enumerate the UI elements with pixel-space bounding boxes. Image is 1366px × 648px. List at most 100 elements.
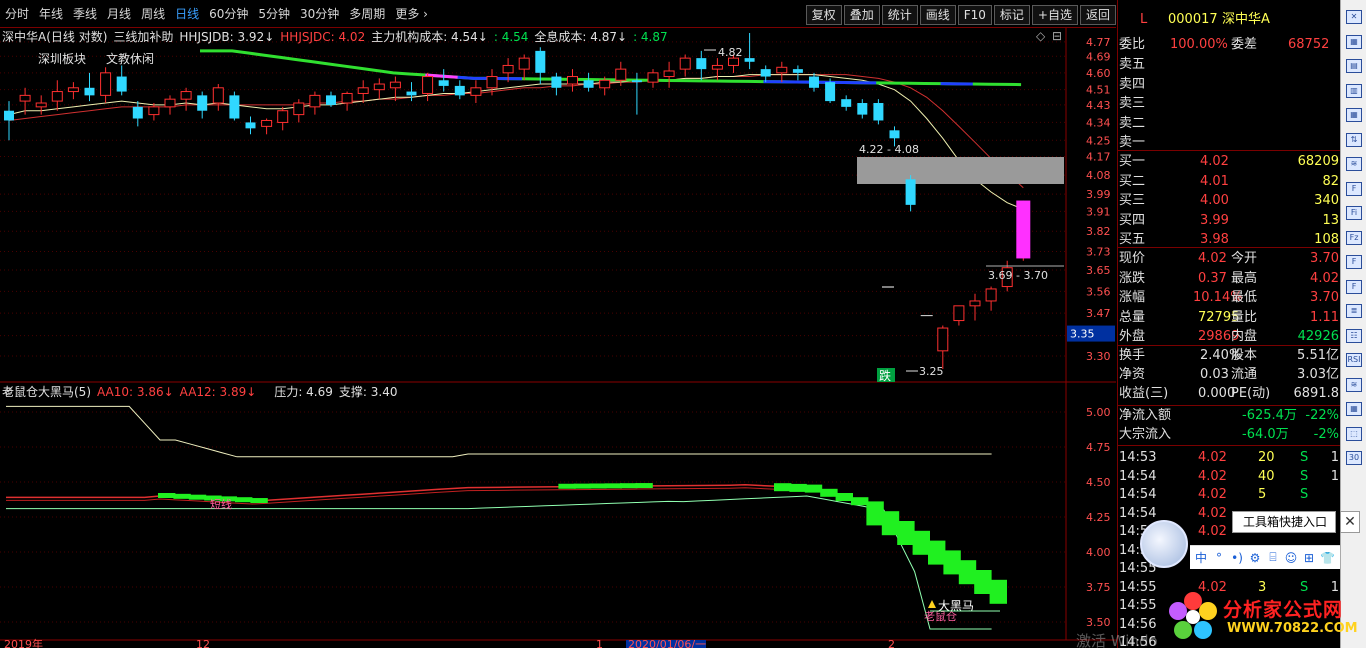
buy-level-label: 买三 xyxy=(1119,193,1146,208)
sidebar-tool-icon[interactable]: ▦ xyxy=(1346,108,1362,122)
signal-block xyxy=(989,579,1007,604)
stat-label: 最低 xyxy=(1231,290,1258,305)
y-tick-label: 4.25 xyxy=(1086,511,1111,524)
tick-price: 4.02 xyxy=(1198,524,1227,539)
signal-block xyxy=(881,511,900,536)
sidebar-tool-icon[interactable]: ≣ xyxy=(1346,304,1362,318)
x-axis-label: 12 xyxy=(196,638,210,648)
right-sidebar: ✕ ▦ ▤ ▥ ▦ ⇅ ≋ F Fi Fz F F ≣ ☷ RSI ≋ ▦ ⬚ 30 xyxy=(1340,0,1366,648)
signal-block xyxy=(866,501,884,526)
sidebar-tool-icon[interactable]: F xyxy=(1346,279,1362,294)
y-tick-label: 3.47 xyxy=(1086,307,1111,320)
tick-side: S xyxy=(1300,450,1309,465)
sidebar-tool-icon[interactable]: F xyxy=(1346,255,1362,269)
sidebar-tool-icon[interactable]: ≋ xyxy=(1346,377,1362,392)
sidebar-tool-icon[interactable]: ▤ xyxy=(1346,59,1362,73)
chart-control-icon[interactable]: ◇ xyxy=(1036,29,1046,43)
sidebar-tool-icon[interactable]: ⬚ xyxy=(1346,426,1362,441)
stat-label: PE(动) xyxy=(1231,386,1271,401)
sidebar-tool-icon[interactable]: ▦ xyxy=(1346,34,1362,49)
x-axis-label: 1 xyxy=(596,638,603,648)
quote-row: 换手 2.40% 股本 5.51亿 xyxy=(1118,346,1341,365)
sub-legend: 老鼠仓大黑马(5) AA10: 3.86↓ AA12: 3.89↓ 压力: 4.69… xyxy=(2,383,397,401)
close-icon[interactable]: ✕ xyxy=(1340,511,1360,533)
quote-row: 买四 3.99 13 xyxy=(1118,211,1341,230)
signal-block xyxy=(589,483,607,489)
stat-label: 外盘 xyxy=(1119,329,1146,344)
toolbox-icon[interactable]: 中 xyxy=(1194,549,1208,566)
stat-label: 涨幅 xyxy=(1119,290,1146,305)
assistant-avatar[interactable] xyxy=(1140,520,1188,568)
l-badge: L xyxy=(1140,12,1148,27)
legend-item: AA12: 3.89↓ xyxy=(179,385,257,399)
stat-label: 流通 xyxy=(1231,367,1258,382)
stock-code: 000017 xyxy=(1168,12,1218,27)
signal-block xyxy=(173,493,191,499)
sidebar-tool-icon[interactable]: ▦ xyxy=(1346,402,1362,416)
y-tick-label: 3.82 xyxy=(1086,225,1111,238)
x-axis-label: 2019年 xyxy=(4,637,43,648)
toolbox-icon[interactable]: 👕 xyxy=(1320,551,1335,565)
tick-price: 4.02 xyxy=(1198,450,1227,465)
flow-label: 净流入额 xyxy=(1119,408,1172,423)
tick-side: S xyxy=(1300,487,1309,502)
weicha-label: 委差 xyxy=(1231,37,1258,52)
y-tick-label: 4.00 xyxy=(1086,546,1111,559)
sidebar-tool-icon[interactable]: Fz xyxy=(1346,230,1362,245)
signal-block xyxy=(789,483,807,492)
y-tick-label: 4.17 xyxy=(1086,150,1111,163)
signal-block xyxy=(774,483,792,492)
sidebar-tool-icon[interactable]: ☷ xyxy=(1346,328,1362,343)
toolbox-icon[interactable]: ⚙ xyxy=(1248,551,1262,565)
stat-value: 0.37 xyxy=(1198,270,1227,286)
signal-block xyxy=(235,497,253,503)
y-tick-label: 3.65 xyxy=(1086,264,1111,277)
toolbox-icon[interactable]: ☺ xyxy=(1284,551,1298,565)
sidebar-tool-icon[interactable]: Fi xyxy=(1346,206,1362,220)
quote-row: 买一 4.02 68209 xyxy=(1118,152,1341,171)
sidebar-tool-icon[interactable]: ▥ xyxy=(1346,83,1362,98)
weibi-label: 委比 xyxy=(1119,37,1146,52)
y-tick-label: 4.50 xyxy=(1086,476,1111,489)
stat-label: 现价 xyxy=(1119,251,1146,266)
sidebar-tool-icon[interactable]: ⇅ xyxy=(1346,132,1362,147)
x-axis-label: 2 xyxy=(888,638,895,648)
chart-canvas[interactable]: 4.774.69 4.60 4.51 4.43 4.34 4.25 4.17 4.08 3.99… xyxy=(0,0,1116,648)
toolbox-icon[interactable]: •) xyxy=(1230,551,1244,565)
stock-name: 深中华A xyxy=(1222,12,1270,27)
sell-level-label: 卖四 xyxy=(1119,76,1146,92)
signal-block xyxy=(573,483,592,489)
sidebar-tool-icon[interactable]: F xyxy=(1346,181,1362,196)
tick-price: 4.02 xyxy=(1198,505,1227,521)
signal-block xyxy=(804,484,823,493)
tick-time: 14:55 xyxy=(1119,579,1157,595)
stat-value: 1.11 xyxy=(1310,309,1339,325)
sidebar-tool-icon[interactable]: ≋ xyxy=(1346,157,1362,171)
chart-control-icon[interactable]: ⊟ xyxy=(1052,29,1062,43)
y-tick-label: 3.75 xyxy=(1086,581,1111,594)
legend-item: 支撑: 3.40 xyxy=(338,385,398,399)
toolbox-icon[interactable]: ° xyxy=(1212,551,1226,565)
watermark-line1: 分析家公式网 xyxy=(1223,599,1344,621)
toolbox-icon[interactable]: ⌸ xyxy=(1266,550,1280,565)
stat-label: 内盘 xyxy=(1231,329,1258,344)
quote-row: 卖三 xyxy=(1118,94,1341,113)
legend-item: 压力: 4.69 xyxy=(274,385,333,399)
signal-block xyxy=(943,550,961,575)
toolbox-icon[interactable]: ⊞ xyxy=(1302,551,1316,565)
indicator-title[interactable]: 三线加补助 xyxy=(113,28,173,46)
sell-level-label: 卖五 xyxy=(1119,57,1146,72)
sidebar-tool-icon[interactable]: ✕ xyxy=(1346,10,1362,24)
sidebar-tool-icon[interactable]: 30 xyxy=(1346,451,1362,465)
legend-item: : 4.87 xyxy=(633,30,668,44)
sidebar-tool-icon[interactable]: RSI xyxy=(1346,353,1362,367)
toolbox-tooltip: 工具箱快捷入口 xyxy=(1232,511,1336,533)
watermark-line2: WWW.70822.COM xyxy=(1227,621,1358,636)
signal-block xyxy=(835,493,853,501)
panel-divider xyxy=(1118,247,1341,248)
sector-tag[interactable]: 文教休闲 xyxy=(106,50,154,68)
weicha-value: 68752 xyxy=(1288,37,1330,52)
quote-row: 委比 100.00% 委差 68752 xyxy=(1118,35,1341,54)
sector-tag[interactable]: 深圳板块 xyxy=(38,50,86,68)
sub-indicator-title[interactable]: 老鼠仓大黑马(5) xyxy=(2,383,91,401)
